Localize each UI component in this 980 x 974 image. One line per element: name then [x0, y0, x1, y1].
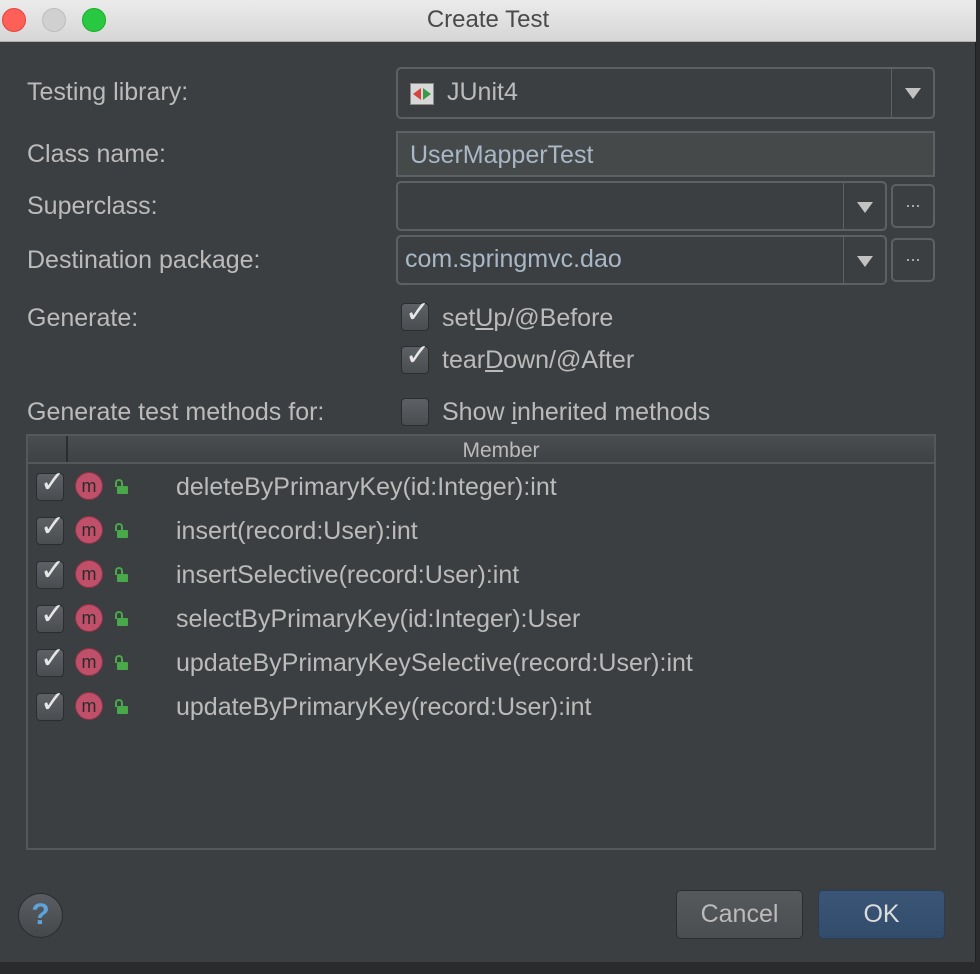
superclass-combo[interactable]: [396, 181, 887, 231]
method-signature: deleteByPrimaryKey(id:Integer):int: [176, 473, 557, 501]
chevron-down-icon[interactable]: [857, 256, 873, 267]
table-row[interactable]: ✓ m deleteByPrimaryKey(id:Integer):int: [28, 465, 934, 514]
destination-package-value: com.springmvc.dao: [405, 245, 622, 273]
unlocked-icon: [114, 699, 128, 715]
members-table[interactable]: Member ✓ m deleteByPrimaryKey(id:Integer…: [26, 434, 936, 850]
destination-package-combo[interactable]: com.springmvc.dao: [396, 235, 887, 285]
teardown-label[interactable]: tearDown/@After: [442, 346, 634, 375]
row-checkbox[interactable]: ✓: [36, 641, 65, 677]
method-signature: insert(record:User):int: [176, 517, 418, 545]
method-signature: updateByPrimaryKey(record:User):int: [176, 693, 592, 721]
testing-library-label: Testing library:: [27, 78, 189, 106]
ok-button[interactable]: OK: [818, 890, 945, 939]
table-row[interactable]: ✓ m insertSelective(record:User):int: [28, 553, 934, 602]
method-signature: updateByPrimaryKeySelective(record:User)…: [176, 649, 693, 677]
checkmark-icon: ✓: [40, 465, 66, 500]
method-signature: insertSelective(record:User):int: [176, 561, 520, 589]
class-name-field[interactable]: [396, 131, 935, 177]
table-header: Member: [28, 436, 934, 464]
destination-package-label: Destination package:: [27, 246, 261, 274]
table-row[interactable]: ✓ m updateByPrimaryKey(record:User):int: [28, 685, 934, 734]
method-icon: m: [75, 472, 103, 500]
unlocked-icon: [114, 567, 128, 583]
method-signature: selectByPrimaryKey(id:Integer):User: [176, 605, 581, 633]
superclass-browse-button[interactable]: ...: [891, 184, 935, 228]
setup-checkbox[interactable]: ✓: [401, 295, 430, 331]
generate-label: Generate:: [27, 304, 139, 332]
teardown-checkbox[interactable]: ✓: [401, 338, 430, 374]
checkmark-icon: ✓: [40, 641, 66, 676]
show-inherited-checkbox[interactable]: [401, 398, 429, 426]
combo-separator: [843, 183, 844, 229]
unlocked-icon: [114, 523, 128, 539]
unlocked-icon: [114, 611, 128, 627]
superclass-label: Superclass:: [27, 192, 158, 220]
checkmark-icon: ✓: [40, 553, 66, 588]
combo-separator: [843, 237, 844, 283]
title-bar: Create Test: [0, 0, 976, 42]
method-icon: m: [75, 648, 103, 676]
checkmark-icon: ✓: [40, 597, 66, 632]
help-button[interactable]: ?: [18, 893, 63, 938]
unlocked-icon: [114, 655, 128, 671]
checkmark-icon: ✓: [40, 685, 66, 720]
cancel-button[interactable]: Cancel: [676, 890, 803, 939]
window-title: Create Test: [426, 6, 550, 33]
checkmark-icon: ✓: [405, 295, 431, 330]
method-icon: m: [75, 516, 103, 544]
create-test-dialog: Create Test Testing library: JUnit4 Clas…: [0, 0, 976, 962]
combo-separator: [891, 69, 892, 117]
unlocked-icon: [114, 479, 128, 495]
row-checkbox[interactable]: ✓: [36, 465, 65, 501]
testing-library-value: JUnit4: [447, 78, 518, 106]
method-icon: m: [75, 604, 103, 632]
member-column-header[interactable]: Member: [68, 439, 934, 463]
table-row[interactable]: ✓ m insert(record:User):int: [28, 509, 934, 558]
class-name-label: Class name:: [27, 140, 166, 168]
checkmark-icon: ✓: [40, 509, 66, 544]
chevron-down-icon[interactable]: [905, 88, 921, 99]
table-row[interactable]: ✓ m selectByPrimaryKey(id:Integer):User: [28, 597, 934, 646]
checkmark-icon: ✓: [405, 338, 431, 373]
row-checkbox[interactable]: ✓: [36, 597, 65, 633]
class-name-input[interactable]: [408, 137, 912, 173]
show-inherited-label[interactable]: Show inherited methods: [442, 398, 710, 427]
setup-label[interactable]: setUp/@Before: [442, 304, 613, 333]
row-checkbox[interactable]: ✓: [36, 509, 65, 545]
row-checkbox[interactable]: ✓: [36, 685, 65, 721]
method-icon: m: [75, 560, 103, 588]
chevron-down-icon[interactable]: [857, 202, 873, 213]
method-icon: m: [75, 692, 103, 720]
destination-package-browse-button[interactable]: ...: [891, 238, 935, 282]
generate-methods-label: Generate test methods for:: [27, 398, 325, 426]
row-checkbox[interactable]: ✓: [36, 553, 65, 589]
table-row[interactable]: ✓ m updateByPrimaryKeySelective(record:U…: [28, 641, 934, 690]
junit-icon: [410, 83, 434, 105]
